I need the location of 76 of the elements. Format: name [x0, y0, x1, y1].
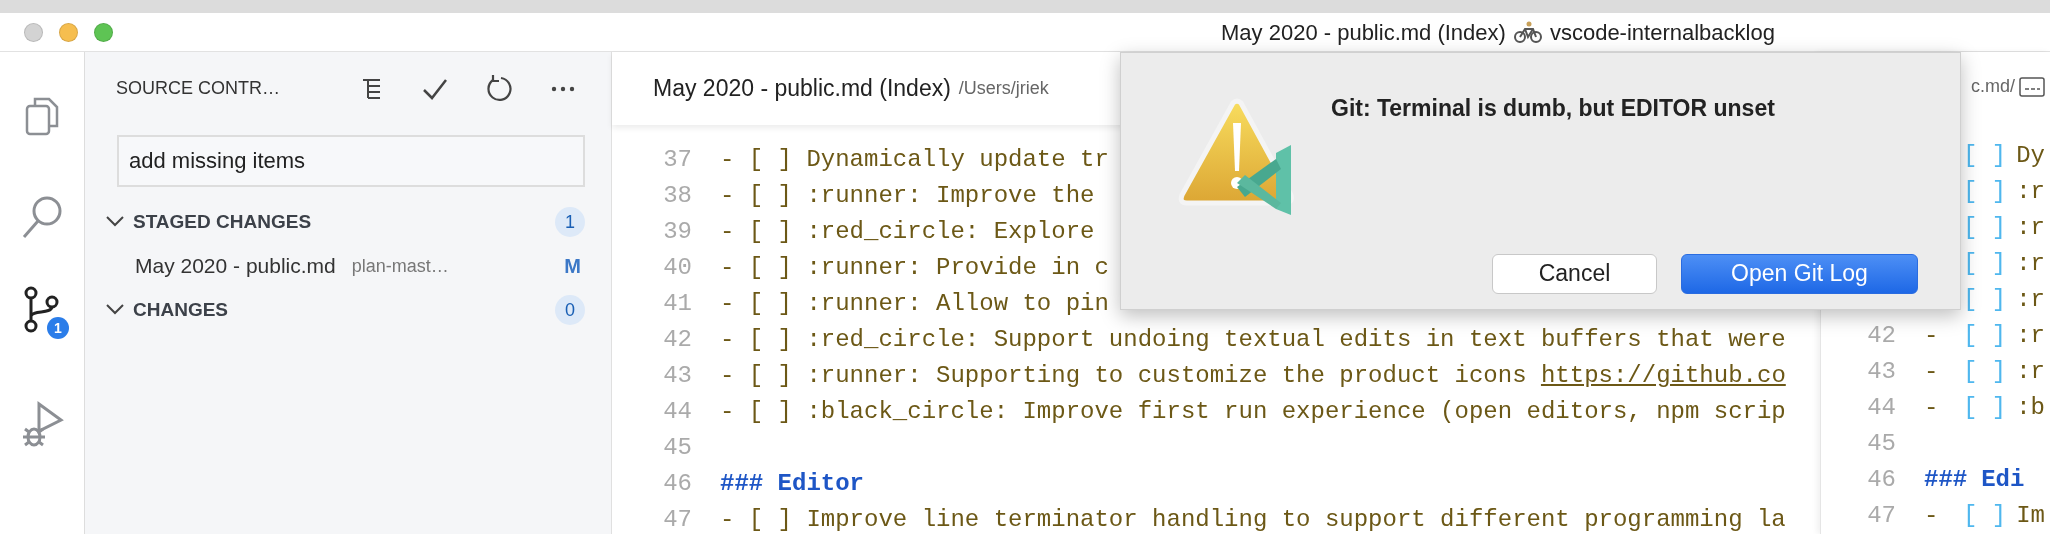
- checkbox-marker: [ ]: [1963, 357, 2007, 387]
- line-number: 42: [1866, 321, 1896, 351]
- window-title: vscode-internalbacklog: [1549, 18, 1775, 47]
- code-line: - [ ] :runner: Supporting to customize the product icons: [720, 361, 1528, 391]
- code-line: :r: [2016, 321, 2046, 351]
- line-number: 44: [1866, 393, 1896, 423]
- code-line: ### Editor: [720, 469, 865, 499]
- checkbox-marker: [ ]: [1963, 213, 2007, 243]
- code-line: :r: [2016, 249, 2046, 279]
- line-number: 37: [662, 145, 692, 175]
- checkbox-marker: [ ]: [1963, 285, 2007, 315]
- sidebar-title: SOURCE CONTR…: [116, 77, 280, 100]
- code-line: :r: [2016, 285, 2046, 315]
- count-badge: 1: [47, 317, 69, 339]
- line-number: 42: [662, 325, 692, 355]
- code-line: -: [1924, 501, 1940, 531]
- code-line: - [ ] :runner: Allow to pin: [720, 289, 1109, 319]
- line-number: 44: [662, 397, 692, 427]
- code-line: Im: [2016, 501, 2046, 531]
- section-header[interactable]: STAGED CHANGES: [133, 207, 312, 237]
- code-line: - [ ] :black_circle: Improve first run experience (open editors, npm scrip: [720, 397, 1786, 427]
- refresh-icon[interactable]: [485, 74, 513, 103]
- line-number: 47: [1866, 501, 1896, 531]
- code-line: Dy: [2016, 141, 2046, 171]
- maximize-button[interactable]: [94, 22, 113, 42]
- code-line: -: [1924, 357, 1940, 387]
- line-number: 43: [662, 361, 692, 391]
- tag-icon[interactable]: [2019, 76, 2045, 97]
- line-number: 39: [662, 217, 692, 247]
- window-title: May 2020 - public.md (Index): [1221, 18, 1506, 47]
- checkbox-marker: [ ]: [1963, 501, 2007, 531]
- code-line: -: [1924, 393, 1940, 423]
- code-line: - [ ] Improve line terminator handling to support different programming la: [720, 505, 1786, 534]
- status-letter: M: [564, 254, 581, 279]
- file-path: c.md/: [1971, 75, 2015, 98]
- count-badge: 0: [555, 295, 585, 325]
- code-line: - [ ] :runner: Improve the: [720, 181, 1095, 211]
- code-line: :r: [2016, 177, 2046, 207]
- line-number: 45: [662, 433, 692, 463]
- section-header[interactable]: CHANGES: [133, 295, 228, 325]
- line-number: 46: [662, 469, 692, 499]
- checkbox-marker: [ ]: [1963, 141, 2007, 171]
- checkbox-marker: [ ]: [1963, 177, 2007, 207]
- code-line: - [ ] :red_circle: Support undoing textual edits in text buffers that were: [720, 325, 1786, 355]
- commit-message-field[interactable]: add missing items: [117, 135, 585, 187]
- line-number: 43: [1866, 357, 1896, 387]
- bug-play-icon[interactable]: [20, 401, 65, 449]
- code-line: :r: [2016, 357, 2046, 387]
- checkbox-marker: [ ]: [1963, 249, 2007, 279]
- file-description: plan-mast…: [351, 254, 449, 278]
- dialog-message: Git: Terminal is dumb, but EDITOR unset: [1331, 94, 1776, 123]
- editor-tab[interactable]: May 2020 - public.md (Index): [653, 71, 951, 106]
- heading-marker: ###: [1924, 465, 1968, 495]
- code-line: :b: [2016, 393, 2046, 423]
- code-line: Edi: [1981, 465, 2025, 495]
- code-line: :r: [2016, 213, 2046, 243]
- line-number: 47: [662, 505, 692, 534]
- line-number: 41: [662, 289, 692, 319]
- line-number: 38: [662, 181, 692, 211]
- count-badge: 1: [555, 207, 585, 237]
- bicycle-icon: [1513, 21, 1542, 43]
- code-line: -: [1924, 321, 1940, 351]
- line-number: 45: [1866, 429, 1896, 459]
- line-number: 40: [662, 253, 692, 283]
- open-git-log-button[interactable]: Open Git Log: [1681, 253, 1918, 294]
- code-line: - [ ] Dynamically update tr: [720, 145, 1109, 175]
- checkbox-marker: [ ]: [1963, 393, 2007, 423]
- file-name[interactable]: May 2020 - public.md: [135, 250, 336, 282]
- link[interactable]: https://github.co: [1540, 358, 1786, 394]
- code-line: - [ ] :runner: Provide in c: [720, 253, 1109, 283]
- cancel-button[interactable]: Cancel: [1492, 253, 1657, 294]
- file-path: /Users/jriek: [958, 77, 1049, 100]
- code-line: - [ ] :red_circle: Explore: [720, 217, 1095, 247]
- line-number: 46: [1866, 465, 1896, 495]
- checkbox-marker: [ ]: [1963, 321, 2007, 351]
- more-icon[interactable]: [551, 85, 575, 92]
